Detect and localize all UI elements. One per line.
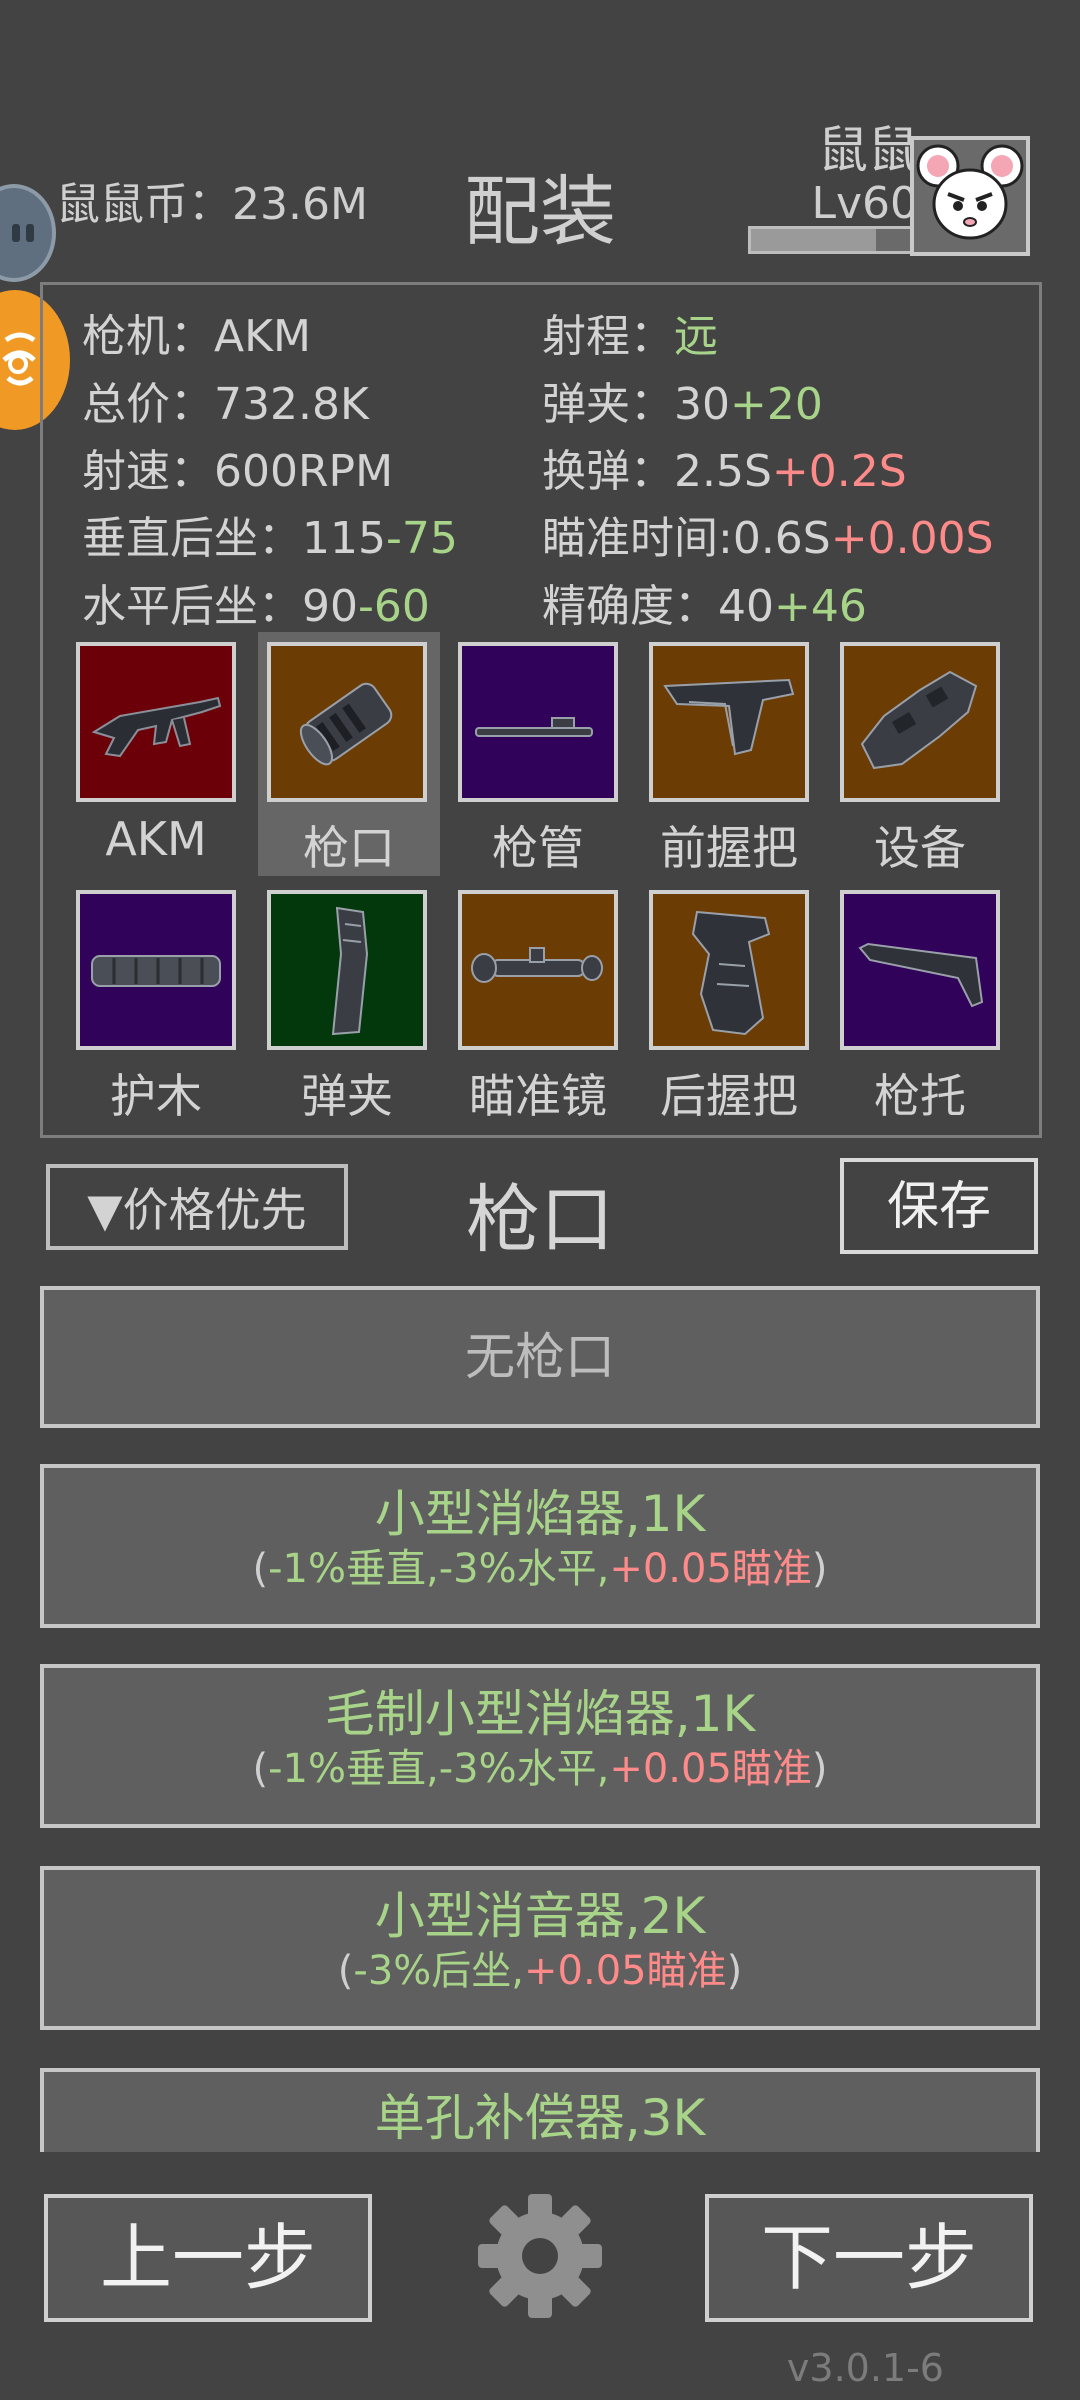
stat-range: 射程：远 bbox=[542, 311, 718, 362]
magazine-icon bbox=[331, 906, 369, 1036]
option-name: 小型消音器,2K bbox=[374, 1887, 706, 1945]
slot-label-barrel: 枪管 bbox=[492, 821, 584, 875]
slot-barrel-tile bbox=[458, 642, 618, 802]
slot-foregrip-tile bbox=[649, 642, 809, 802]
next-step-button[interactable]: 下一步 bbox=[705, 2194, 1033, 2322]
stat-price: 总价：732.8K bbox=[82, 379, 369, 430]
muzzle-icon bbox=[299, 682, 393, 766]
device-icon bbox=[860, 670, 978, 770]
slot-scope-tile bbox=[458, 890, 618, 1050]
option-name: 单孔补偿器,3K bbox=[374, 2089, 706, 2147]
save-button[interactable]: 保存 bbox=[840, 1158, 1038, 1254]
stat-aim-time: 瞄准时间:0.6S+0.00S bbox=[542, 513, 994, 564]
stat-horizontal-recoil: 水平后坐：90-60 bbox=[82, 581, 430, 632]
prev-step-button[interactable]: 上一步 bbox=[44, 2194, 372, 2322]
version-label: v3.0.1-6 bbox=[786, 2346, 944, 2390]
slot-foregrip[interactable] bbox=[649, 642, 809, 802]
slot-label-muzzle: 枪口 bbox=[303, 821, 395, 875]
foregrip-icon bbox=[663, 678, 795, 756]
xp-bar bbox=[748, 226, 914, 254]
slot-muzzle[interactable] bbox=[267, 642, 427, 802]
option-list[interactable]: 无枪口 小型消焰器,1K (-1%垂直,-3%水平,+0.05瞄准) 毛制小型消… bbox=[0, 1286, 1080, 2152]
slot-magazine[interactable] bbox=[267, 890, 427, 1050]
slot-stock[interactable] bbox=[840, 890, 1000, 1050]
player-name: 鼠鼠 bbox=[818, 121, 918, 179]
slot-scope[interactable] bbox=[458, 890, 618, 1050]
slot-stock-tile bbox=[840, 890, 1000, 1050]
option-item[interactable]: 小型消焰器,1K (-1%垂直,-3%水平,+0.05瞄准) bbox=[40, 1464, 1040, 1628]
option-desc: (-3%后坐,+0.05瞄准) bbox=[337, 1948, 743, 1994]
slot-muzzle-tile bbox=[267, 642, 427, 802]
option-name: 无枪口 bbox=[465, 1328, 615, 1386]
option-desc: (-1%垂直,-3%水平,+0.05瞄准) bbox=[252, 1746, 828, 1792]
slot-label-scope: 瞄准镜 bbox=[469, 1069, 607, 1123]
slot-rifle-tile bbox=[76, 642, 236, 802]
pistol-grip-icon bbox=[691, 910, 771, 1036]
avatar[interactable] bbox=[910, 136, 1030, 256]
stat-accuracy: 精确度：40+46 bbox=[542, 581, 867, 632]
scope-icon bbox=[471, 947, 603, 983]
slot-pistol-grip-tile bbox=[649, 890, 809, 1050]
slot-pistol-grip[interactable] bbox=[649, 890, 809, 1050]
floating-assist-button[interactable] bbox=[0, 184, 56, 282]
slot-handguard-tile bbox=[76, 890, 236, 1050]
player-level: Lv60 bbox=[811, 178, 918, 229]
slot-magazine-tile bbox=[267, 890, 427, 1050]
stat-vertical-recoil: 垂直后坐：115-75 bbox=[82, 513, 458, 564]
slot-device-tile bbox=[840, 642, 1000, 802]
mouse-avatar-icon bbox=[916, 144, 1024, 240]
handguard-icon bbox=[91, 955, 221, 987]
slot-barrel[interactable] bbox=[458, 642, 618, 802]
robot-icon bbox=[12, 224, 34, 242]
settings-button[interactable] bbox=[474, 2190, 606, 2322]
option-item[interactable]: 单孔补偿器,3K bbox=[40, 2068, 1040, 2152]
option-item[interactable]: 小型消音器,2K (-3%后坐,+0.05瞄准) bbox=[40, 1866, 1040, 2030]
slot-label-rifle: AKM bbox=[105, 812, 207, 866]
slot-rifle[interactable] bbox=[76, 642, 236, 802]
slot-device[interactable] bbox=[840, 642, 1000, 802]
option-name: 毛制小型消焰器,1K bbox=[324, 1685, 756, 1743]
slot-label-pistol-grip: 后握把 bbox=[660, 1069, 798, 1123]
gear-icon bbox=[478, 2194, 602, 2318]
option-item[interactable]: 无枪口 bbox=[40, 1286, 1040, 1428]
slot-label-stock: 枪托 bbox=[874, 1069, 966, 1123]
slot-label-magazine: 弹夹 bbox=[301, 1069, 393, 1123]
stock-icon bbox=[858, 942, 984, 1008]
xp-bar-fill bbox=[751, 229, 876, 251]
rifle-icon bbox=[91, 696, 222, 758]
stat-rpm: 射速：600RPM bbox=[82, 446, 394, 497]
slot-label-device: 设备 bbox=[874, 821, 966, 875]
slot-label-foregrip: 前握把 bbox=[660, 821, 798, 875]
stat-gun: 枪机：AKM bbox=[82, 311, 311, 362]
option-desc: (-1%垂直,-3%水平,+0.05瞄准) bbox=[252, 1546, 828, 1592]
option-name: 小型消焰器,1K bbox=[374, 1485, 706, 1543]
slot-label-handguard: 护木 bbox=[110, 1069, 202, 1123]
option-item[interactable]: 毛制小型消焰器,1K (-1%垂直,-3%水平,+0.05瞄准) bbox=[40, 1664, 1040, 1828]
slot-handguard[interactable] bbox=[76, 890, 236, 1050]
stat-reload: 换弹：2.5S+0.2S bbox=[542, 446, 907, 497]
barrel-icon bbox=[475, 717, 593, 737]
stat-mag: 弹夹：30+20 bbox=[542, 379, 823, 430]
